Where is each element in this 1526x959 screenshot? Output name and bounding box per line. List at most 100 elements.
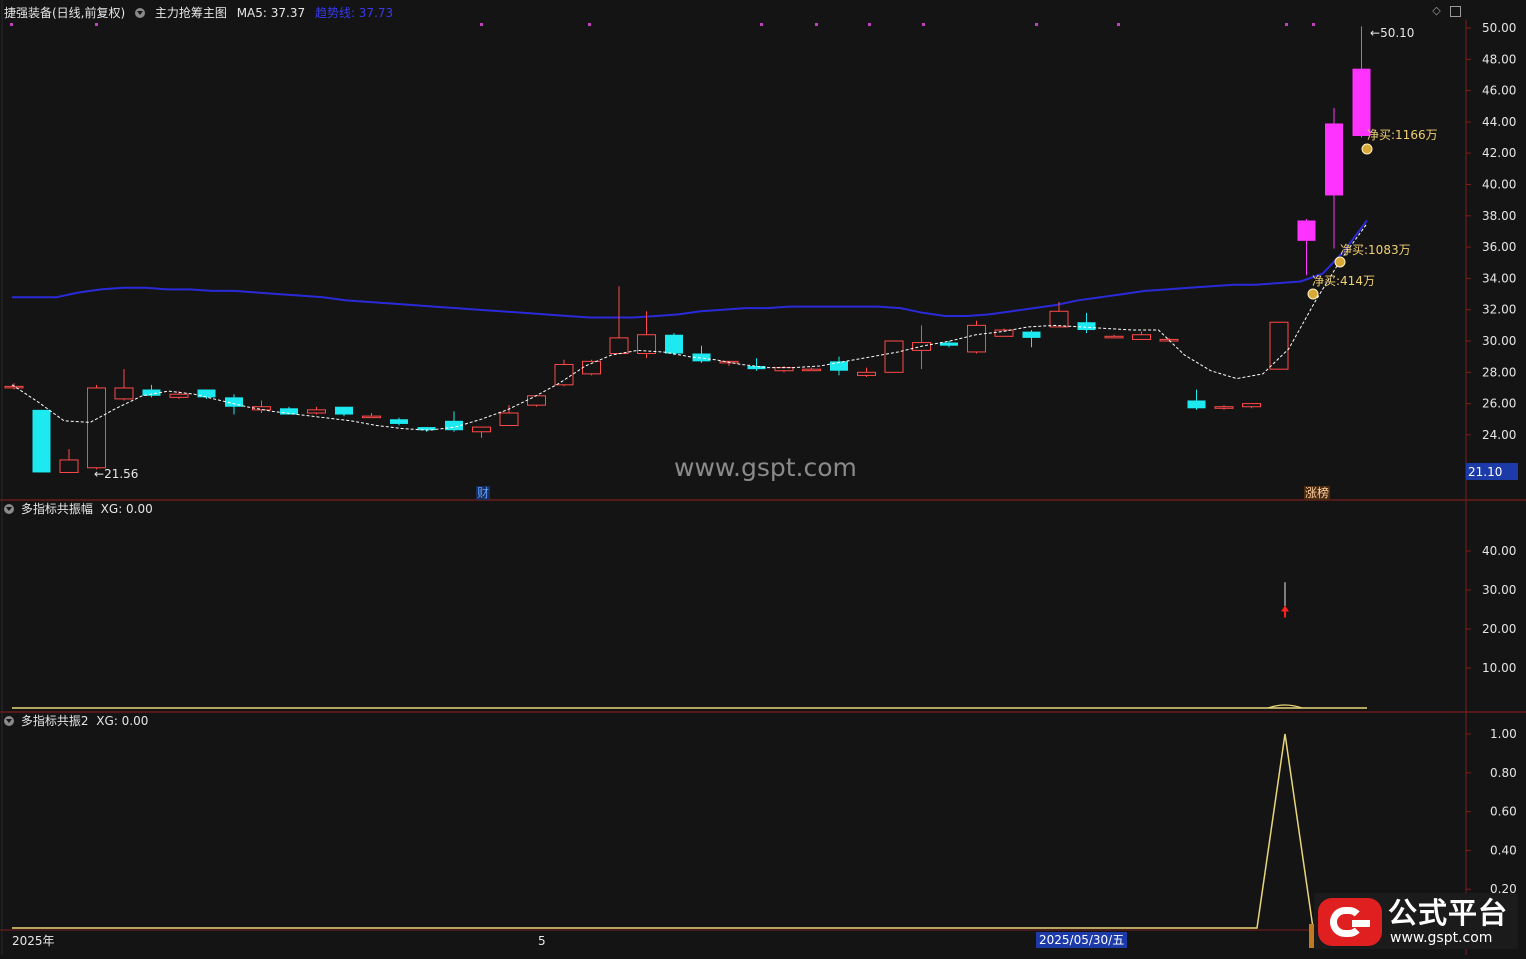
candle-body (967, 324, 986, 353)
panel3-name[interactable]: 多指标共振2 (21, 714, 89, 728)
candle-body (1325, 123, 1343, 196)
chart-stage[interactable]: 10.00 20.00 30.00 40.00 0.20 0.40 0.60 0.80 1.0… (0, 0, 1526, 955)
candle-body (472, 426, 491, 433)
stock-title[interactable]: 捷强装备(日线,前复权) (4, 6, 125, 20)
signal-dot (1312, 23, 1315, 26)
y-tick-label-main: 46.00 (1482, 84, 1516, 98)
y-tick-label-main: 40.00 (1482, 178, 1516, 192)
money-bag-icon (1307, 288, 1319, 300)
price-tag: 21.10 (1468, 465, 1503, 479)
signal-dot (868, 23, 871, 26)
y-tick-label-main: 26.00 (1482, 397, 1516, 411)
net-buy-label-1: 净买:414万 (1312, 274, 1375, 288)
y-tick-label-main: 34.00 (1482, 271, 1516, 285)
signal-dot (10, 23, 13, 26)
candle (527, 395, 546, 407)
indicator-menu-icon[interactable] (135, 8, 146, 18)
y-tick-label-main: 30.00 (1482, 334, 1516, 348)
x-axis-start-label: 2025年 (12, 934, 55, 948)
candle-body (59, 459, 79, 473)
diamond-icon[interactable]: ◇ (1431, 5, 1442, 16)
candle-body (802, 368, 821, 372)
signal-dot (922, 23, 925, 26)
high-price-label: ←50.10 (1370, 26, 1415, 40)
candle (582, 359, 601, 376)
candle-body (527, 395, 546, 406)
candle-body (1077, 322, 1096, 331)
candle (1269, 321, 1289, 370)
panel3-menu-icon[interactable] (4, 716, 14, 726)
trend-line-value: 趋势线: 37.73 (314, 6, 394, 20)
candle-body (609, 337, 629, 355)
finance-marker[interactable]: 财 (476, 486, 491, 500)
limit-up-marker[interactable]: 涨榜 (1304, 486, 1331, 500)
candle-body (1049, 310, 1069, 328)
panel3-header: 多指标共振2 XG: 0.00 (4, 714, 148, 728)
y-tick-label-p2: 10.00 (1482, 661, 1516, 675)
y-tick-label-main: 44.00 (1482, 115, 1516, 129)
candle-body (940, 342, 958, 346)
candle-body (1242, 403, 1261, 408)
candle (87, 384, 106, 470)
candle-body (1022, 331, 1041, 338)
panel2-menu-icon[interactable] (4, 504, 14, 514)
candle-body (87, 387, 106, 469)
y-tick-label-main: 38.00 (1482, 209, 1516, 223)
candle-body (1269, 321, 1289, 370)
signal-dot (588, 23, 591, 26)
candle-body (169, 393, 189, 398)
panel2-name[interactable]: 多指标共振幅 (21, 502, 93, 516)
candle (884, 340, 904, 373)
candle-body (307, 409, 326, 414)
candle (967, 320, 986, 354)
ma5-value: MA5: 37.37 (236, 6, 306, 20)
panel2-value: XG: 0.00 (100, 502, 153, 516)
candle-body (665, 334, 683, 354)
candle-body (1352, 68, 1371, 136)
y-tick-label-p3: 0.80 (1490, 766, 1517, 780)
money-bag-icon (1334, 256, 1346, 268)
signal-dot (760, 23, 763, 26)
y-tick-label-main: 32.00 (1482, 303, 1516, 317)
candle-body (32, 409, 51, 473)
indicator-name[interactable]: 主力抢筹主图 (155, 6, 227, 20)
candle-body (1187, 400, 1206, 409)
y-tick-label-main: 36.00 (1482, 240, 1516, 254)
candle-body (1297, 220, 1316, 241)
candle-body (857, 371, 876, 376)
candle (32, 409, 51, 473)
low-price-label: ←21.56 (94, 467, 139, 481)
candle-body (747, 366, 766, 370)
x-axis-month-label: 5 (538, 934, 546, 948)
signal-dot (815, 23, 818, 26)
gspt-g-icon (1318, 898, 1382, 946)
net-buy-label-3: 净买:1166万 (1367, 128, 1438, 142)
signal-dot (1285, 23, 1288, 26)
candle-body (335, 406, 353, 415)
chart-header: 捷强装备(日线,前复权) 主力抢筹主图 MA5: 37.37 趋势线: 37.7… (4, 6, 399, 20)
y-tick-label-p3: 1.00 (1490, 727, 1517, 741)
panel3-value: XG: 0.00 (96, 714, 149, 728)
y-tick-label-main: 48.00 (1482, 52, 1516, 66)
y-tick-label-p2: 30.00 (1482, 583, 1516, 597)
candle-body (390, 419, 408, 424)
signal-dot (1117, 23, 1120, 26)
candle-body (1214, 406, 1234, 409)
y-tick-label-main: 28.00 (1482, 365, 1516, 379)
y-tick-label-p2: 20.00 (1482, 622, 1516, 636)
candle-body (252, 406, 271, 411)
signal-dot (95, 23, 98, 26)
y-tick-label-p2: 40.00 (1482, 544, 1516, 558)
candle-body (362, 415, 381, 419)
logo-url: www.gspt.com (1390, 930, 1493, 946)
window-toggle-icon[interactable] (1450, 6, 1461, 17)
cursor-date-label: 2025/05/30/五 (1036, 932, 1128, 948)
gspt-logo: 公式平台 www.gspt.com (1314, 893, 1518, 949)
candle-body (884, 340, 904, 373)
watermark: www.gspt.com (674, 453, 857, 482)
net-buy-label-2: 净买:1083万 (1340, 243, 1411, 257)
candle (665, 333, 683, 356)
y-tick-label-p3: 0.60 (1490, 805, 1517, 819)
logo-title: 公式平台 (1388, 896, 1509, 930)
candle-body (114, 387, 134, 400)
